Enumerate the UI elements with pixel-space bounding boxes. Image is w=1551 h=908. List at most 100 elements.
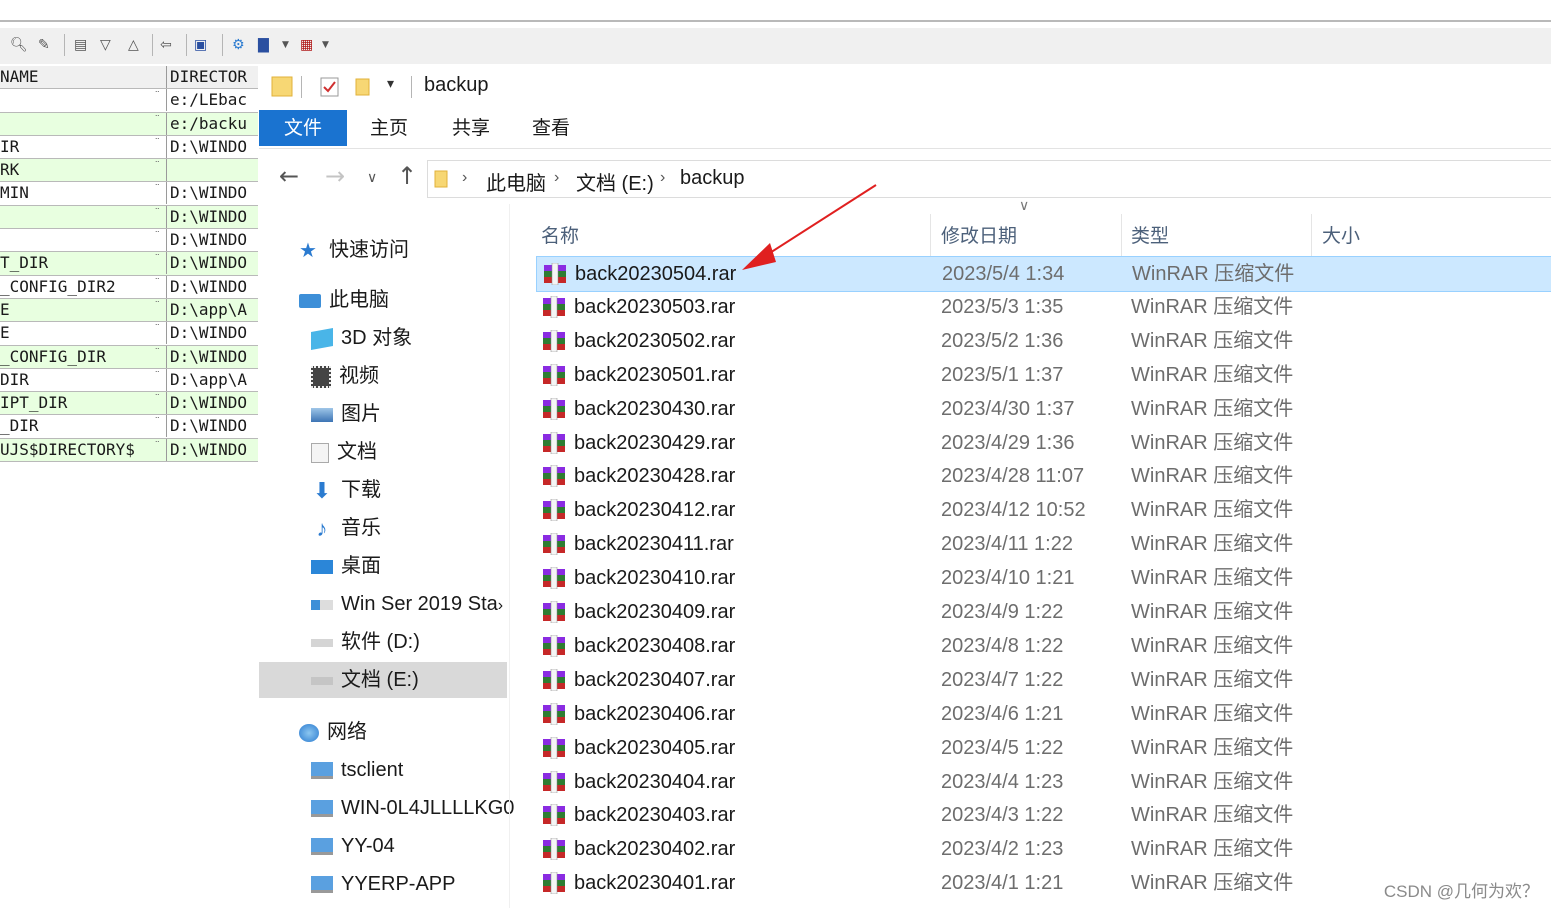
nav-net-win[interactable]: WIN-0L4JLLLLKG0 bbox=[311, 790, 514, 826]
grid-cell-dir[interactable]: D:\WINDO bbox=[170, 322, 258, 344]
grid-cell-name[interactable]: _CONFIG_DIR bbox=[0, 345, 167, 368]
grid-cell-name[interactable] bbox=[0, 89, 167, 112]
grid-cell-dir[interactable]: D:\WINDO bbox=[170, 346, 258, 368]
grid-cell-dir[interactable]: D:\WINDO bbox=[170, 229, 258, 251]
ellipsis-icon[interactable]: ¨ bbox=[154, 155, 161, 177]
grid-row[interactable]: ¨ e:/LEbac bbox=[0, 89, 258, 113]
ellipsis-icon[interactable]: ¨ bbox=[154, 272, 161, 294]
grid-cell-dir[interactable]: D:\WINDO bbox=[170, 392, 258, 414]
grid-cell-name[interactable] bbox=[0, 205, 167, 228]
back-arrow-icon[interactable]: ← bbox=[279, 162, 299, 190]
file-row[interactable]: back20230504.rar 2023/5/4 1:34 WinRAR 压缩文件 bbox=[536, 256, 1551, 292]
grid-row[interactable]: ¨ D:\WINDO bbox=[0, 229, 258, 253]
file-row[interactable]: back20230502.rar 2023/5/2 1:36 WinRAR 压缩文件 bbox=[536, 324, 1551, 358]
tab-home[interactable]: 主页 bbox=[359, 110, 419, 146]
chevron-down-icon[interactable]: ▼ bbox=[282, 36, 289, 54]
ellipsis-icon[interactable]: ¨ bbox=[154, 178, 161, 200]
grid-cell-name[interactable]: RK bbox=[0, 159, 167, 182]
breadcrumb-drive-e[interactable]: 文档 (E:) bbox=[576, 167, 654, 196]
tab-share[interactable]: 共享 bbox=[441, 110, 501, 146]
recent-locations-chevron-icon[interactable]: ∨ bbox=[367, 170, 377, 186]
nav-drive-d[interactable]: 软件 (D:) bbox=[311, 624, 420, 660]
nav-pictures[interactable]: 图片 bbox=[311, 396, 381, 432]
grid-cell-dir[interactable]: D:\WINDO bbox=[170, 415, 258, 437]
sort-up-icon[interactable]: △ bbox=[128, 36, 139, 54]
chevron-right-icon[interactable]: › bbox=[660, 169, 665, 187]
nav-downloads[interactable]: ⬇ 下载 bbox=[311, 472, 381, 508]
grid-cell-dir[interactable]: e:/LEbac bbox=[170, 89, 258, 111]
grid-cell-dir[interactable]: D:\WINDO bbox=[170, 439, 258, 461]
breadcrumb-backup[interactable]: backup bbox=[680, 167, 745, 190]
ellipsis-icon[interactable]: ¨ bbox=[154, 388, 161, 410]
grid-row[interactable]: E ¨ D:\app\A bbox=[0, 298, 258, 323]
grid-cell-dir[interactable]: D:\app\A bbox=[170, 299, 258, 321]
up-arrow-icon[interactable]: ↑ bbox=[397, 162, 417, 190]
grid-cell-dir[interactable]: D:\WINDO bbox=[170, 182, 258, 204]
chevron-down-icon[interactable]: ▼ bbox=[322, 36, 329, 54]
grid-cell-name[interactable]: E bbox=[0, 322, 167, 345]
ellipsis-icon[interactable]: ¨ bbox=[154, 318, 161, 340]
nav-desktop[interactable]: 桌面 bbox=[311, 548, 381, 584]
grid-header-dir[interactable]: DIRECTOR bbox=[170, 66, 258, 88]
ellipsis-icon[interactable]: ¨ bbox=[154, 411, 161, 433]
chevron-right-icon[interactable]: › bbox=[554, 169, 559, 187]
grid-cell-name[interactable]: MIN bbox=[0, 182, 167, 205]
file-row[interactable]: back20230429.rar 2023/4/29 1:36 WinRAR 压缩文… bbox=[536, 426, 1551, 460]
grid-cell-dir[interactable]: D:\WINDO bbox=[170, 136, 258, 158]
tab-view[interactable]: 查看 bbox=[521, 110, 581, 146]
nav-drive-e[interactable]: 文档 (E:) bbox=[259, 662, 507, 698]
ellipsis-icon[interactable]: ¨ bbox=[154, 435, 161, 457]
grid-cell-dir[interactable]: D:\WINDO bbox=[170, 252, 258, 274]
file-row[interactable]: back20230409.rar 2023/4/9 1:22 WinRAR 压缩文件 bbox=[536, 595, 1551, 629]
nav-quick-access[interactable]: ★ 快速访问 bbox=[299, 232, 409, 268]
file-row[interactable]: back20230501.rar 2023/5/1 1:37 WinRAR 压缩文件 bbox=[536, 358, 1551, 392]
chevron-right-icon[interactable]: › bbox=[462, 169, 467, 187]
customize-dropdown-icon[interactable]: ▾ bbox=[387, 76, 394, 92]
table-icon[interactable]: ▦ bbox=[300, 36, 313, 54]
column-header-size[interactable]: 大小 bbox=[1322, 214, 1360, 258]
new-folder-icon[interactable] bbox=[355, 76, 371, 98]
file-row[interactable]: back20230410.rar 2023/4/10 1:21 WinRAR 压缩文… bbox=[536, 561, 1551, 595]
export-icon[interactable]: ⇦ bbox=[160, 36, 172, 54]
forward-arrow-icon[interactable]: → bbox=[325, 162, 345, 190]
grid-row[interactable]: _DIR ¨ D:\WINDO bbox=[0, 415, 258, 439]
grid-row[interactable]: ¨ e:/backu bbox=[0, 112, 258, 136]
ellipsis-icon[interactable]: ¨ bbox=[154, 365, 161, 387]
grid-cell-name[interactable]: IR bbox=[0, 135, 167, 158]
nav-this-pc[interactable]: 此电脑 bbox=[299, 282, 389, 318]
file-row[interactable]: back20230430.rar 2023/4/30 1:37 WinRAR 压缩文… bbox=[536, 392, 1551, 426]
grid-cell-dir[interactable]: D:\WINDO bbox=[170, 206, 258, 228]
column-header-date[interactable]: 修改日期 bbox=[941, 214, 1017, 258]
grid-row[interactable]: UJS$DIRECTORY$ ¨ D:\WINDO bbox=[0, 438, 258, 463]
nav-net-yy04[interactable]: YY-04 bbox=[311, 828, 395, 864]
filter-icon[interactable]: ▽ bbox=[100, 36, 111, 54]
grid-cell-name[interactable] bbox=[0, 112, 167, 135]
file-row[interactable]: back20230403.rar 2023/4/3 1:22 WinRAR 压缩文件 bbox=[536, 798, 1551, 832]
connect-icon[interactable]: ⚙ bbox=[232, 36, 245, 54]
nav-videos[interactable]: 视频 bbox=[311, 358, 379, 394]
ellipsis-icon[interactable]: ¨ bbox=[154, 132, 161, 154]
nav-music[interactable]: ♪ 音乐 bbox=[311, 510, 382, 546]
ellipsis-icon[interactable]: ¨ bbox=[154, 225, 161, 247]
grid-cell-name[interactable]: _DIR bbox=[0, 415, 167, 438]
grid-cell-name[interactable]: _CONFIG_DIR2 bbox=[0, 275, 167, 298]
properties-icon[interactable] bbox=[319, 76, 341, 98]
grid-cell-name[interactable]: T_DIR bbox=[0, 252, 167, 275]
file-row[interactable]: back20230408.rar 2023/4/8 1:22 WinRAR 压缩文件 bbox=[536, 629, 1551, 663]
ellipsis-icon[interactable]: ¨ bbox=[154, 342, 161, 364]
nav-net-tsclient[interactable]: tsclient bbox=[311, 752, 403, 788]
file-row[interactable]: back20230404.rar 2023/4/4 1:23 WinRAR 压缩文件 bbox=[536, 765, 1551, 799]
file-row[interactable]: back20230411.rar 2023/4/11 1:22 WinRAR 压缩文… bbox=[536, 527, 1551, 561]
grid-row[interactable]: E ¨ D:\WINDO bbox=[0, 322, 258, 346]
ellipsis-icon[interactable]: ¨ bbox=[154, 248, 161, 270]
grid-cell-name[interactable]: DIR bbox=[0, 368, 167, 391]
file-row[interactable]: back20230412.rar 2023/4/12 10:52 WinRAR 压缩… bbox=[536, 493, 1551, 527]
file-row[interactable]: back20230406.rar 2023/4/6 1:21 WinRAR 压缩文件 bbox=[536, 697, 1551, 731]
ellipsis-icon[interactable]: ¨ bbox=[154, 202, 161, 224]
ellipsis-icon[interactable]: ¨ bbox=[154, 85, 161, 107]
grid-icon[interactable]: ▤ bbox=[74, 36, 87, 54]
nav-network[interactable]: 网络 bbox=[299, 714, 367, 750]
nav-3d-objects[interactable]: 3D 对象 bbox=[311, 320, 412, 356]
nav-documents[interactable]: 文档 bbox=[311, 434, 377, 470]
tab-file[interactable]: 文件 bbox=[259, 110, 347, 146]
